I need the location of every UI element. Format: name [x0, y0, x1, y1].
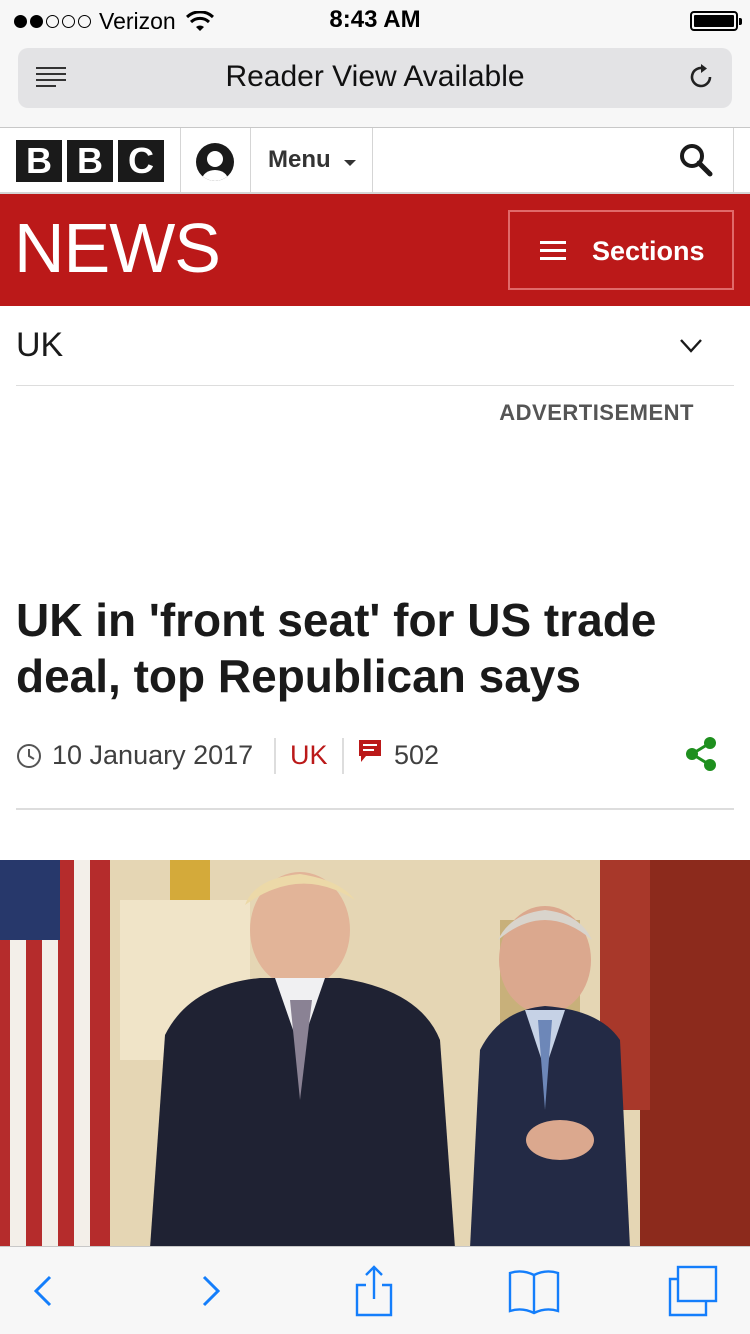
divider: [733, 128, 734, 192]
back-icon[interactable]: [14, 1261, 74, 1321]
clock-icon: [17, 744, 41, 768]
forward-icon[interactable]: [180, 1261, 240, 1321]
section-nav[interactable]: UK: [16, 306, 734, 386]
sections-button[interactable]: Sections: [508, 210, 734, 290]
address-text[interactable]: Reader View Available: [18, 60, 732, 94]
news-logo[interactable]: NEWS: [14, 208, 221, 288]
battery-icon: [690, 11, 742, 31]
clock-time: 8:43 AM: [329, 6, 421, 33]
divider: [274, 738, 276, 774]
bbc-logo[interactable]: B B C: [16, 140, 164, 182]
logo-letter: C: [118, 140, 164, 182]
divider: [372, 128, 373, 192]
article-photo: [0, 860, 750, 1248]
divider: [250, 128, 251, 192]
advertisement-label: ADVERTISEMENT: [499, 400, 694, 425]
section-link[interactable]: UK: [290, 740, 328, 771]
caret-down-icon[interactable]: [344, 160, 356, 166]
account-icon[interactable]: [196, 143, 234, 181]
share-icon[interactable]: [684, 736, 718, 772]
divider: [342, 738, 344, 774]
tabs-icon[interactable]: [664, 1261, 724, 1321]
hamburger-icon: [540, 241, 566, 261]
reload-icon[interactable]: [686, 62, 716, 92]
menu-button[interactable]: Menu: [268, 146, 331, 174]
comment-count[interactable]: 502: [394, 740, 439, 771]
logo-letter: B: [67, 140, 113, 182]
browser-address-area: Reader View Available: [0, 40, 750, 128]
divider: [180, 128, 181, 192]
photo-illustration: [0, 860, 750, 1248]
article-meta: 10 January 2017 UK 502: [16, 736, 734, 810]
site-header: B B C Menu: [0, 128, 750, 194]
sections-label: Sections: [592, 236, 705, 266]
browser-toolbar: [0, 1246, 750, 1334]
article-date: 10 January 2017: [52, 740, 254, 770]
search-icon[interactable]: [678, 142, 714, 178]
share-icon[interactable]: [344, 1261, 404, 1321]
comment-icon[interactable]: [358, 739, 382, 765]
article-headline: UK in 'front seat' for US trade deal, to…: [16, 594, 657, 702]
section-nav-label: UK: [16, 326, 64, 364]
address-bar[interactable]: Reader View Available: [18, 48, 732, 108]
news-banner: NEWS Sections: [0, 194, 750, 306]
chevron-down-icon[interactable]: [678, 332, 704, 358]
status-bar: Verizon 8:43 AM: [0, 0, 750, 40]
bookmarks-icon[interactable]: [504, 1261, 564, 1321]
logo-letter: B: [16, 140, 62, 182]
